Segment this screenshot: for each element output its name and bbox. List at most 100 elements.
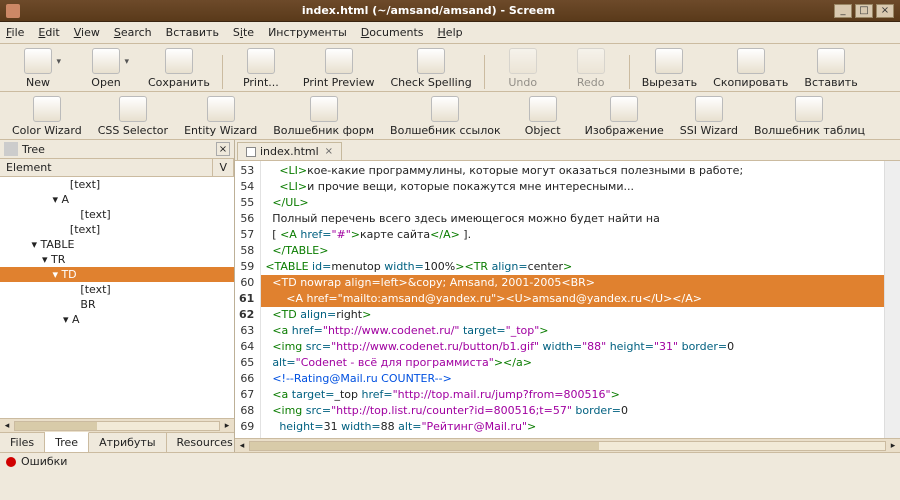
secondary-toolbar: Color Wizard CSS Selector Entity Wizard … [0,92,900,140]
code-line[interactable]: <A href="mailto:amsand@yandex.ru"><U>ams… [261,291,884,307]
menu-search[interactable]: Search [114,26,152,39]
cut-button[interactable]: Вырезать [642,48,697,89]
code-line[interactable]: height=31 width=88 alt="Рейтинг@Mail.ru"… [261,419,884,435]
tree-node[interactable]: ▾ TD [0,267,234,282]
document-icon [246,147,256,157]
redo-button[interactable]: Redo [565,48,617,89]
code-line[interactable]: <TD nowrap align=left>&copy; Amsand, 200… [261,275,884,291]
tree-column-element[interactable]: Element [0,159,213,176]
image-icon [610,96,638,122]
code-line[interactable]: <img src="http://top.list.ru/counter?id=… [261,403,884,419]
new-button[interactable]: New [12,48,64,89]
tab-close-icon[interactable]: × [325,146,333,157]
css-selector-button[interactable]: CSS Selector [98,96,168,137]
form-wizard-button[interactable]: Волшебник форм [273,96,374,137]
tree-node[interactable]: [text] [0,222,234,237]
status-errors[interactable]: Ошибки [21,455,67,468]
spellcheck-button[interactable]: Check Spelling [391,48,472,89]
tree-node[interactable]: ▾ TABLE [0,237,234,252]
tree-column-v[interactable]: V [213,159,234,176]
app-icon [6,4,20,18]
paste-icon [817,48,845,74]
menu-documents[interactable]: Documents [361,26,424,39]
code-line[interactable]: <a target=_top href="http://top.mail.ru/… [261,387,884,403]
line-gutter: 53545556575859606162636465666768697071 [235,161,261,438]
save-button[interactable]: Сохранить [148,48,210,89]
tree-panel-title: Tree [22,143,45,156]
code-line[interactable]: </TABLE> [261,243,884,259]
menu-view[interactable]: View [74,26,100,39]
menubar: File Edit View Search Вставить Site Инст… [0,22,900,44]
code-line[interactable]: <LI>и прочие вещи, которые покажутся мне… [261,179,884,195]
tree-node[interactable]: [text] [0,207,234,222]
print-button[interactable]: Print... [235,48,287,89]
tree-node[interactable]: BR [0,297,234,312]
code-editor[interactable]: <LI>кое-какие программулины, которые мог… [261,161,884,438]
color-wizard-button[interactable]: Color Wizard [12,96,82,137]
code-line[interactable]: </UL> [261,195,884,211]
spellcheck-icon [417,48,445,74]
image-wizard-button[interactable]: Изображение [585,96,664,137]
editor-tab-label: index.html [260,145,319,158]
scissors-icon [655,48,683,74]
tree-panel-icon [4,142,18,156]
menu-tools[interactable]: Инструменты [268,26,347,39]
link-wizard-button[interactable]: Волшебник ссылок [390,96,501,137]
preview-icon [325,48,353,74]
window-title: index.html (~/amsand/amsand) - Screem [26,4,831,17]
print-preview-button[interactable]: Print Preview [303,48,375,89]
editor-tab-index[interactable]: index.html × [237,142,342,160]
menu-edit[interactable]: Edit [38,26,59,39]
table-wizard-button[interactable]: Волшебник таблиц [754,96,865,137]
code-line[interactable]: <a href="http://www.codenet.ru/" target=… [261,323,884,339]
editor-vscrollbar[interactable] [884,161,900,438]
ssi-wizard-button[interactable]: SSI Wizard [680,96,738,137]
close-button[interactable]: × [876,4,894,18]
editor-hscrollbar[interactable]: ◂▸ [235,438,900,452]
code-line[interactable]: <LI>кое-какие программулины, которые мог… [261,163,884,179]
tree-node[interactable]: ▾ A [0,312,234,327]
code-line[interactable]: <TD align=right> [261,307,884,323]
object-icon [529,96,557,122]
menu-site[interactable]: Site [233,26,254,39]
link-icon [431,96,459,122]
code-line[interactable]: <img src="http://www.codenet.ru/button/b… [261,339,884,355]
menu-insert[interactable]: Вставить [166,26,219,39]
copy-icon [737,48,765,74]
floppy-icon [165,48,193,74]
main-toolbar: New Open Сохранить Print... Print Previe… [0,44,900,92]
print-icon [247,48,275,74]
code-line[interactable]: Полный перечень всего здесь имеющегося м… [261,211,884,227]
tab-files[interactable]: Files [0,433,45,452]
tree-hscrollbar[interactable]: ◂▸ [0,418,234,432]
entity-wizard-button[interactable]: Entity Wizard [184,96,257,137]
tree-panel-close[interactable]: × [216,142,230,156]
minimize-button[interactable]: _ [834,4,852,18]
open-button[interactable]: Open [80,48,132,89]
maximize-button[interactable]: □ [855,4,873,18]
tree-node[interactable]: [text] [0,282,234,297]
tab-resources[interactable]: Resources [167,433,244,452]
code-line[interactable]: alt="Codenet - всё для программиста"></a… [261,355,884,371]
tree-node[interactable]: ▾ A [0,192,234,207]
menu-help[interactable]: Help [438,26,463,39]
tab-attributes[interactable]: Атрибуты [89,433,166,452]
folder-open-icon [92,48,120,74]
dom-tree[interactable]: [text] ▾ A [text] [text] ▾ TABLE ▾ TR ▾ … [0,177,234,418]
form-icon [310,96,338,122]
color-wizard-icon [33,96,61,122]
entity-icon [207,96,235,122]
copy-button[interactable]: Скопировать [713,48,788,89]
undo-icon [509,48,537,74]
object-button[interactable]: Object [517,96,569,137]
paste-button[interactable]: Вставить [804,48,857,89]
code-line[interactable]: <TABLE id=menutop width=100%><TR align=c… [261,259,884,275]
tree-node[interactable]: ▾ TR [0,252,234,267]
code-line[interactable]: <!--Rating@Mail.ru COUNTER--> [261,371,884,387]
undo-button[interactable]: Undo [497,48,549,89]
tree-node[interactable]: [text] [0,177,234,192]
menu-file[interactable]: File [6,26,24,39]
code-line[interactable]: [ <A href="#">карте сайта</A> ]. [261,227,884,243]
error-indicator-icon [6,457,16,467]
tab-tree[interactable]: Tree [45,432,89,452]
